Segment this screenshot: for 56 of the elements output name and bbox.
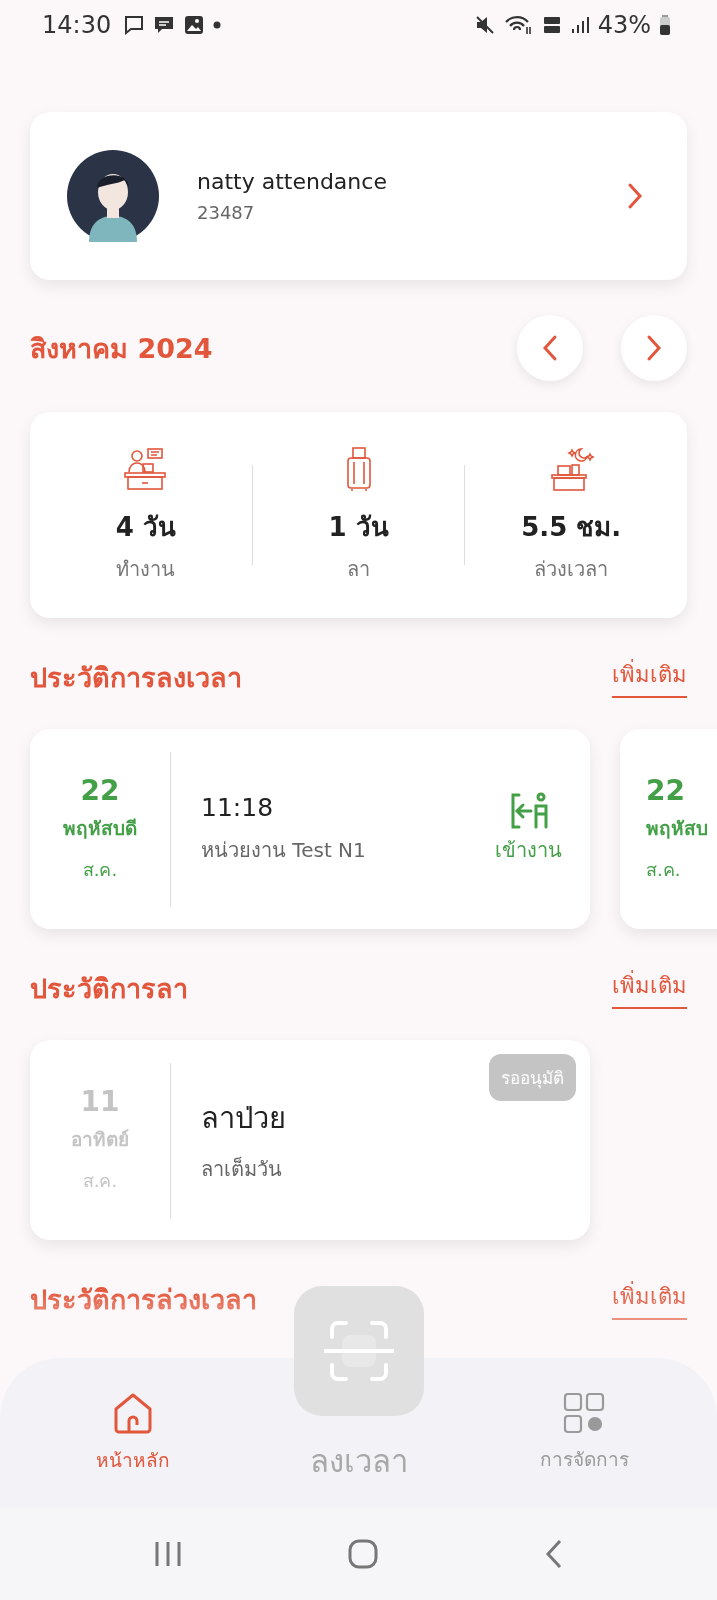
stat-value: 1 วัน [328,510,389,544]
image-icon [183,14,206,36]
chevron-right-icon [627,182,643,210]
wifi-icon [503,14,534,36]
more-link[interactable]: เพิ่มเติม [612,968,687,1009]
leave-card[interactable]: 11 อาทิตย์ ส.ค. ลาป่วย ลาเต็มวัน รออนุมัติ [30,1040,590,1240]
more-link[interactable]: เพิ่มเติม [612,657,687,698]
record-time: 11:18 [201,792,275,822]
scan-icon [323,1319,394,1383]
battery-icon [659,14,671,36]
date-month: ส.ค. [82,1169,118,1193]
dot-icon [213,21,222,29]
date-day: 22 [646,774,685,807]
date-day: 22 [80,774,120,807]
chevron-right-icon [646,334,662,362]
signal-icon [569,15,590,35]
stat-label: ล่วงเวลา [534,555,609,583]
stat-value: 5.5 ชม. [521,510,622,544]
stat-value: 4 วัน [115,510,176,544]
date-month: ส.ค. [646,858,681,882]
profile-card[interactable]: natty attendance 23487 [30,112,687,280]
user-name: natty attendance [197,169,388,194]
nav-tab[interactable]: การจัดการ [471,1358,697,1508]
record-place: หน่วยงาน Test N1 [201,836,367,864]
nav-tab[interactable]: หน้าหลัก [20,1358,246,1508]
leave-duration: ลาเต็มวัน [201,1155,283,1183]
chevron-left-icon [542,334,558,362]
avatar-icon [67,150,159,242]
more-link[interactable]: เพิ่มเติม [612,1279,687,1320]
home-button-icon[interactable] [348,1539,379,1569]
date-weekday: พฤหัสบดี [63,816,137,841]
leave-type: ลาป่วย [201,1100,287,1137]
user-id: 23487 [197,202,256,223]
night-desk-icon [548,445,595,492]
action-label: เข้างาน [495,837,562,864]
date-weekday: อาทิตย์ [71,1127,129,1152]
battery-level: 43% [597,11,651,39]
status-badge: รออนุมัติ [489,1054,576,1101]
scan-label[interactable]: ลงเวลา [309,1436,408,1486]
message-icon [123,14,146,36]
date-weekday: พฤหัสบ [646,816,708,841]
month-title: สิงหาคม 2024 [30,331,213,366]
attendance-card[interactable]: 22 พฤหัสบ ส.ค. [620,729,717,929]
section-title: ประวัติการล่วงเวลา [30,1283,257,1317]
mute-icon [473,14,496,36]
section-title: ประวัติการลงเวลา [30,661,242,695]
grid-settings-icon [563,1392,606,1434]
section-title: ประวัติการลา [30,972,188,1006]
desk-worker-icon [122,445,169,492]
attendance-card[interactable]: 22 พฤหัสบดี ส.ค. 11:18 หน่วยงาน Test N1 เข้างาน [30,729,590,929]
chat-icon [153,14,176,36]
date-day: 11 [80,1085,120,1118]
status-time: 14:30 [42,11,112,39]
stat-label: ลา [347,555,370,583]
date-month: ส.ค. [82,858,118,882]
stat-label: ทำงาน [116,555,176,583]
